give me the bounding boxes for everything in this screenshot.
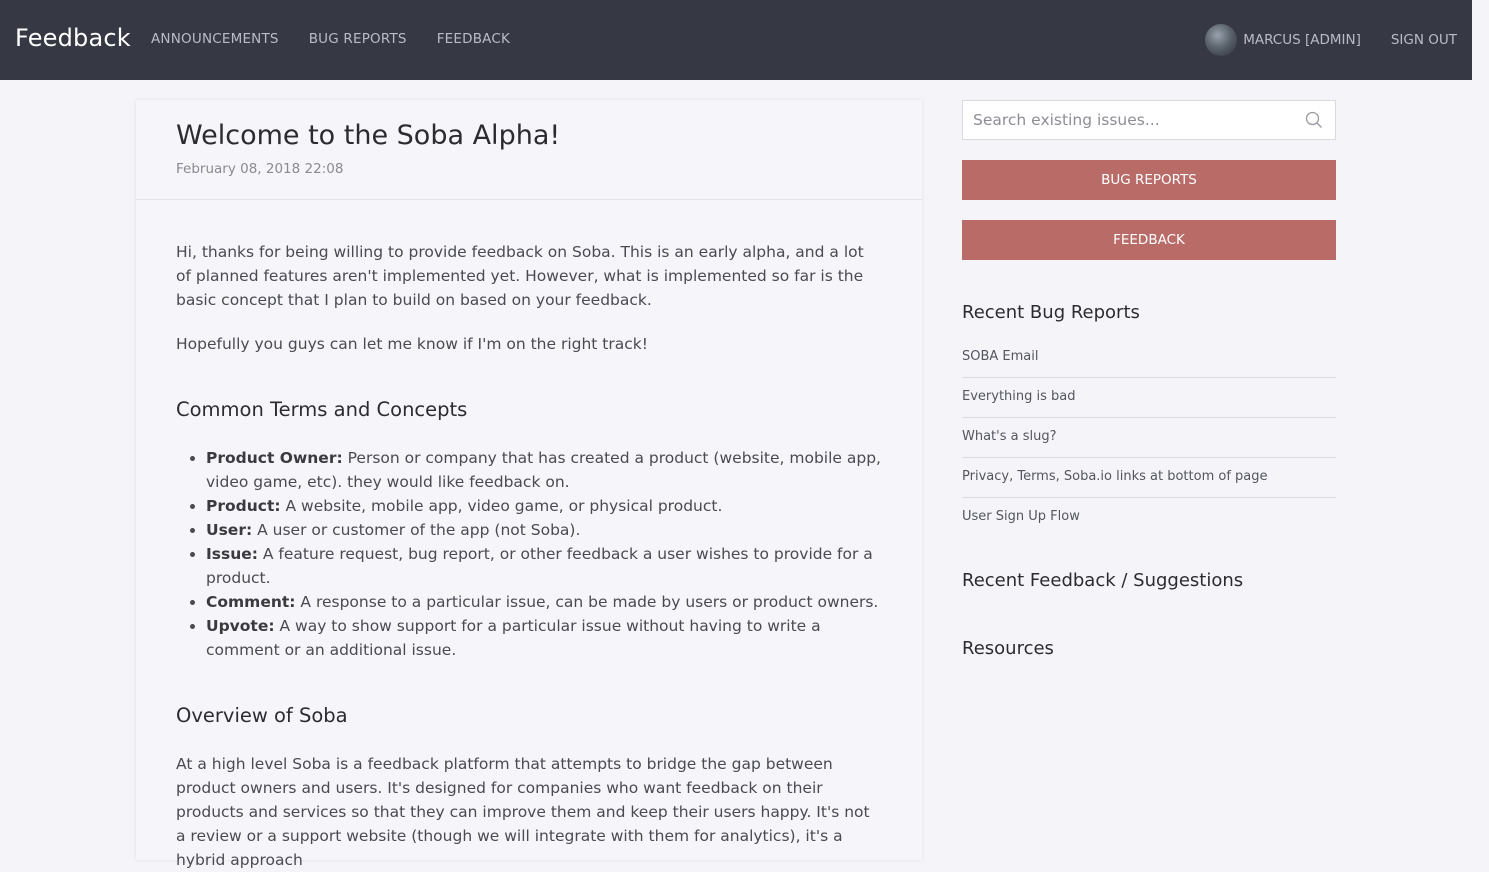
announcement-card: Welcome to the Soba Alpha! February 08, … bbox=[136, 100, 922, 869]
term-item: Product Owner: Person or company that ha… bbox=[206, 446, 882, 494]
recent-bug-reports-list: SOBA Email Everything is bad What's a sl… bbox=[962, 338, 1336, 538]
resources-heading: Resources bbox=[962, 638, 1054, 659]
overview-heading: Overview of Soba bbox=[176, 704, 348, 727]
recent-bug-item[interactable]: What's a slug? bbox=[962, 418, 1336, 458]
term-description: A feature request, bug report, or other … bbox=[206, 545, 873, 587]
search-icon[interactable] bbox=[1305, 111, 1323, 129]
brand-logo[interactable]: Feedback bbox=[15, 24, 131, 52]
post-body: Hi, thanks for being willing to provide … bbox=[136, 200, 922, 872]
recent-bug-item[interactable]: Privacy, Terms, Soba.io links at bottom … bbox=[962, 458, 1336, 498]
intro-paragraph: Hopefully you guys can let me know if I'… bbox=[176, 335, 648, 353]
user-name-link[interactable]: MARCUS [ADMIN] bbox=[1243, 32, 1361, 48]
recent-bug-item[interactable]: Everything is bad bbox=[962, 378, 1336, 418]
feedback-button[interactable]: FEEDBACK bbox=[962, 220, 1336, 260]
term-item: User: A user or customer of the app (not… bbox=[206, 518, 882, 542]
term-name: Issue: bbox=[206, 545, 258, 563]
terms-list: Product Owner: Person or company that ha… bbox=[176, 446, 882, 662]
term-item: Upvote: A way to show support for a part… bbox=[206, 614, 882, 662]
search-input[interactable] bbox=[963, 101, 1283, 139]
term-name: Comment: bbox=[206, 593, 296, 611]
term-description: A response to a particular issue, can be… bbox=[300, 593, 879, 611]
recent-bug-item[interactable]: SOBA Email bbox=[962, 338, 1336, 378]
avatar[interactable] bbox=[1205, 24, 1238, 56]
recent-bug-reports-heading: Recent Bug Reports bbox=[962, 302, 1140, 323]
overview-paragraph: At a high level Soba is a feedback platf… bbox=[176, 755, 870, 869]
post-title: Welcome to the Soba Alpha! bbox=[176, 120, 561, 151]
terms-heading: Common Terms and Concepts bbox=[176, 398, 468, 421]
term-description: A way to show support for a particular i… bbox=[206, 617, 821, 659]
nav-link-announcements[interactable]: ANNOUNCEMENTS bbox=[151, 31, 279, 47]
recent-feedback-heading: Recent Feedback / Suggestions bbox=[962, 570, 1244, 591]
term-description: A website, mobile app, video game, or ph… bbox=[285, 497, 723, 515]
nav-link-bug-reports[interactable]: BUG REPORTS bbox=[309, 31, 407, 47]
sign-out-link[interactable]: SIGN OUT bbox=[1391, 32, 1457, 48]
user-menu: MARCUS [ADMIN] SIGN OUT bbox=[1205, 24, 1457, 56]
term-item: Product: A website, mobile app, video ga… bbox=[206, 494, 882, 518]
intro-paragraph: Hi, thanks for being willing to provide … bbox=[176, 243, 864, 309]
nav-links: ANNOUNCEMENTS BUG REPORTS FEEDBACK bbox=[151, 31, 510, 47]
post-header: Welcome to the Soba Alpha! February 08, … bbox=[136, 100, 922, 200]
term-name: Upvote: bbox=[206, 617, 275, 635]
term-name: User: bbox=[206, 521, 253, 539]
recent-bug-item[interactable]: User Sign Up Flow bbox=[962, 498, 1336, 538]
term-description: A user or customer of the app (not Soba)… bbox=[257, 521, 581, 539]
term-item: Issue: A feature request, bug report, or… bbox=[206, 542, 882, 590]
bug-reports-button[interactable]: BUG REPORTS bbox=[962, 160, 1336, 200]
term-item: Comment: A response to a particular issu… bbox=[206, 590, 882, 614]
post-date: February 08, 2018 22:08 bbox=[176, 161, 344, 177]
nav-link-feedback[interactable]: FEEDBACK bbox=[437, 31, 510, 47]
search-box bbox=[962, 100, 1336, 140]
top-navbar: Feedback ANNOUNCEMENTS BUG REPORTS FEEDB… bbox=[0, 0, 1472, 80]
term-name: Product: bbox=[206, 497, 281, 515]
term-name: Product Owner: bbox=[206, 449, 343, 467]
